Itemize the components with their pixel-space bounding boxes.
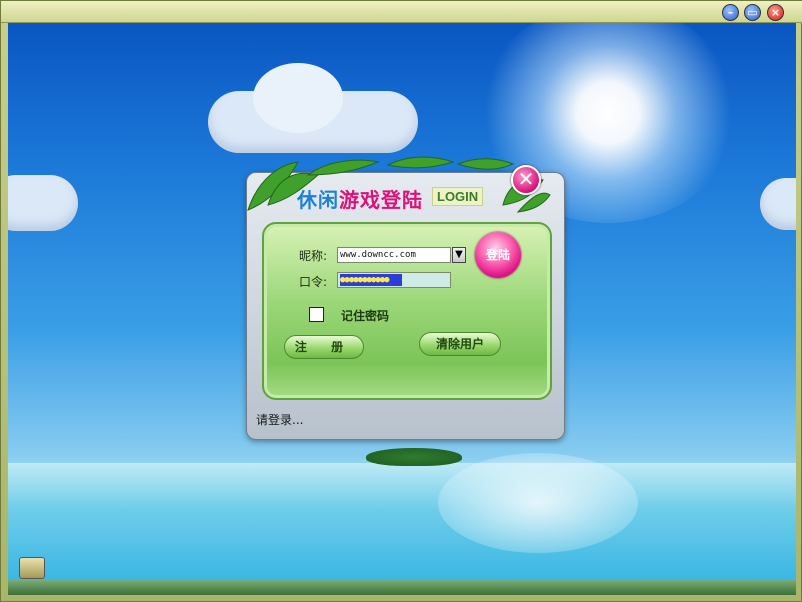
restore-icon[interactable]: ▭ [744, 4, 761, 21]
status-text: 请登录... [256, 413, 304, 427]
bottom-band [8, 579, 796, 595]
title-part1: 休闲 [297, 188, 339, 212]
password-field[interactable]: ●●●●●●●●●●● [337, 272, 451, 288]
title-part2: 游戏登陆 [339, 188, 423, 212]
close-icon[interactable]: × [767, 4, 784, 21]
clear-users-button[interactable]: 清除用户 [419, 332, 501, 356]
sea [8, 463, 796, 579]
dialog-title: 休闲游戏登陆 [297, 184, 423, 213]
nickname-dropdown-button[interactable]: ▼ [452, 247, 466, 263]
password-label: 口令: [299, 275, 328, 289]
remember-password-label: 记住密码 [341, 309, 390, 323]
minimize-icon[interactable]: – [722, 4, 739, 21]
nickname-label: 昵称: [299, 249, 328, 263]
remember-password-checkbox[interactable] [309, 307, 324, 322]
dialog-close-button[interactable]: ✕ [511, 165, 541, 195]
nickname-field[interactable]: www.downcc.com [337, 247, 451, 263]
title-bar: – ▭ × [1, 1, 802, 23]
cloud [760, 178, 796, 230]
cloud [8, 175, 78, 231]
password-mask: ●●●●●●●●●●● [340, 274, 402, 286]
sea-reflection [438, 453, 638, 553]
cloud [208, 63, 418, 153]
island [366, 448, 462, 466]
title-login-en: LOGIN [432, 187, 484, 206]
login-button[interactable]: 登陆 [475, 232, 521, 278]
app-logo-icon [19, 557, 45, 579]
register-button[interactable]: 注 册 [284, 335, 364, 359]
